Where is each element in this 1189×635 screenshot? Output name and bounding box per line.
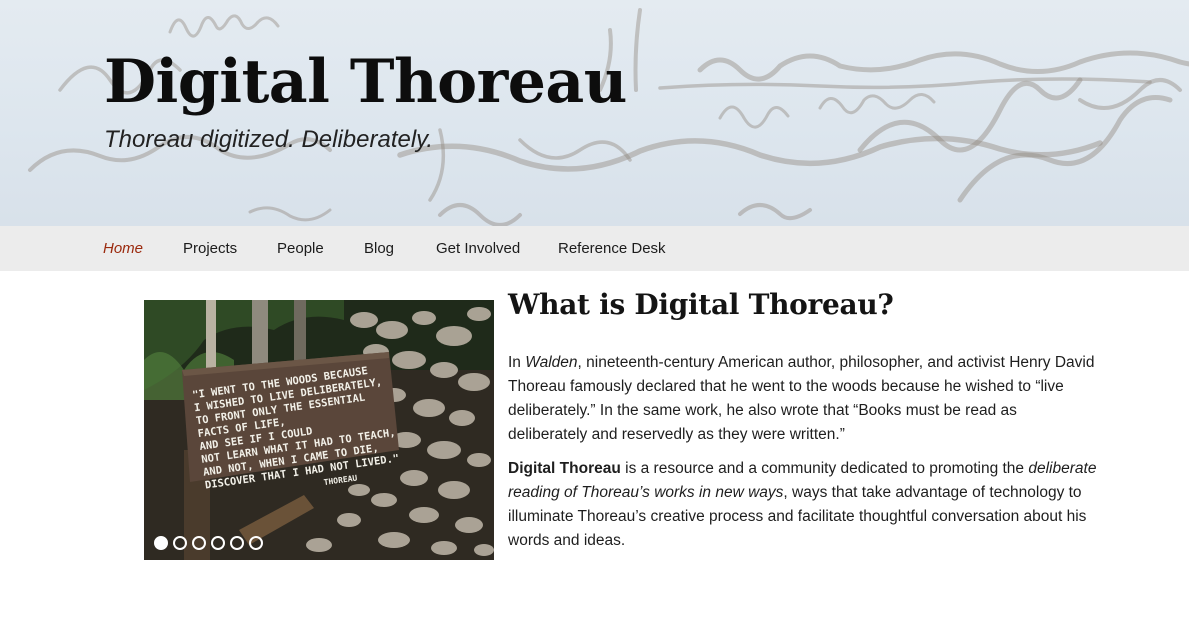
main-nav: Home Projects People Blog Get Involved R… bbox=[0, 226, 1189, 271]
slider-dot-1[interactable] bbox=[154, 536, 168, 550]
nav-item-projects[interactable]: Projects bbox=[183, 240, 237, 258]
slider-dot-3[interactable] bbox=[192, 536, 206, 550]
p2-text-1: is a resource and a community dedicated … bbox=[620, 460, 1029, 477]
site-tagline: Thoreau digitized. Deliberately. bbox=[104, 126, 434, 153]
p1-text-2: , nineteenth-century American author, ph… bbox=[508, 354, 1095, 443]
slider-dot-2[interactable] bbox=[173, 536, 187, 550]
slider-dot-5[interactable] bbox=[230, 536, 244, 550]
intro-heading: What is Digital Thoreau? bbox=[508, 288, 894, 321]
walden-sign-photo: "I WENT TO THE WOODS BECAUSE I WISHED TO… bbox=[144, 300, 494, 560]
nav-item-reference-desk[interactable]: Reference Desk bbox=[558, 240, 666, 258]
slider-dot-6[interactable] bbox=[249, 536, 263, 550]
intro-section: What is Digital Thoreau? In Walden, nine… bbox=[508, 288, 1098, 549]
slider-dot-4[interactable] bbox=[211, 536, 225, 550]
p1-text-1: In bbox=[508, 354, 526, 371]
nav-item-get-involved[interactable]: Get Involved bbox=[436, 240, 520, 258]
site-header: Digital Thoreau Thoreau digitized. Delib… bbox=[0, 0, 1189, 226]
nav-item-home[interactable]: Home bbox=[103, 240, 143, 258]
intro-paragraph-1: In Walden, nineteenth-century American a… bbox=[508, 351, 1098, 447]
walden-title: Walden bbox=[525, 354, 578, 371]
intro-paragraph-2: Digital Thoreau is a resource and a comm… bbox=[508, 457, 1098, 553]
nav-item-blog[interactable]: Blog bbox=[364, 240, 394, 258]
image-slider[interactable]: "I WENT TO THE WOODS BECAUSE I WISHED TO… bbox=[144, 300, 494, 560]
nav-item-people[interactable]: People bbox=[277, 240, 324, 258]
site-name-bold: Digital Thoreau bbox=[508, 460, 621, 477]
site-title[interactable]: Digital Thoreau bbox=[104, 52, 627, 112]
